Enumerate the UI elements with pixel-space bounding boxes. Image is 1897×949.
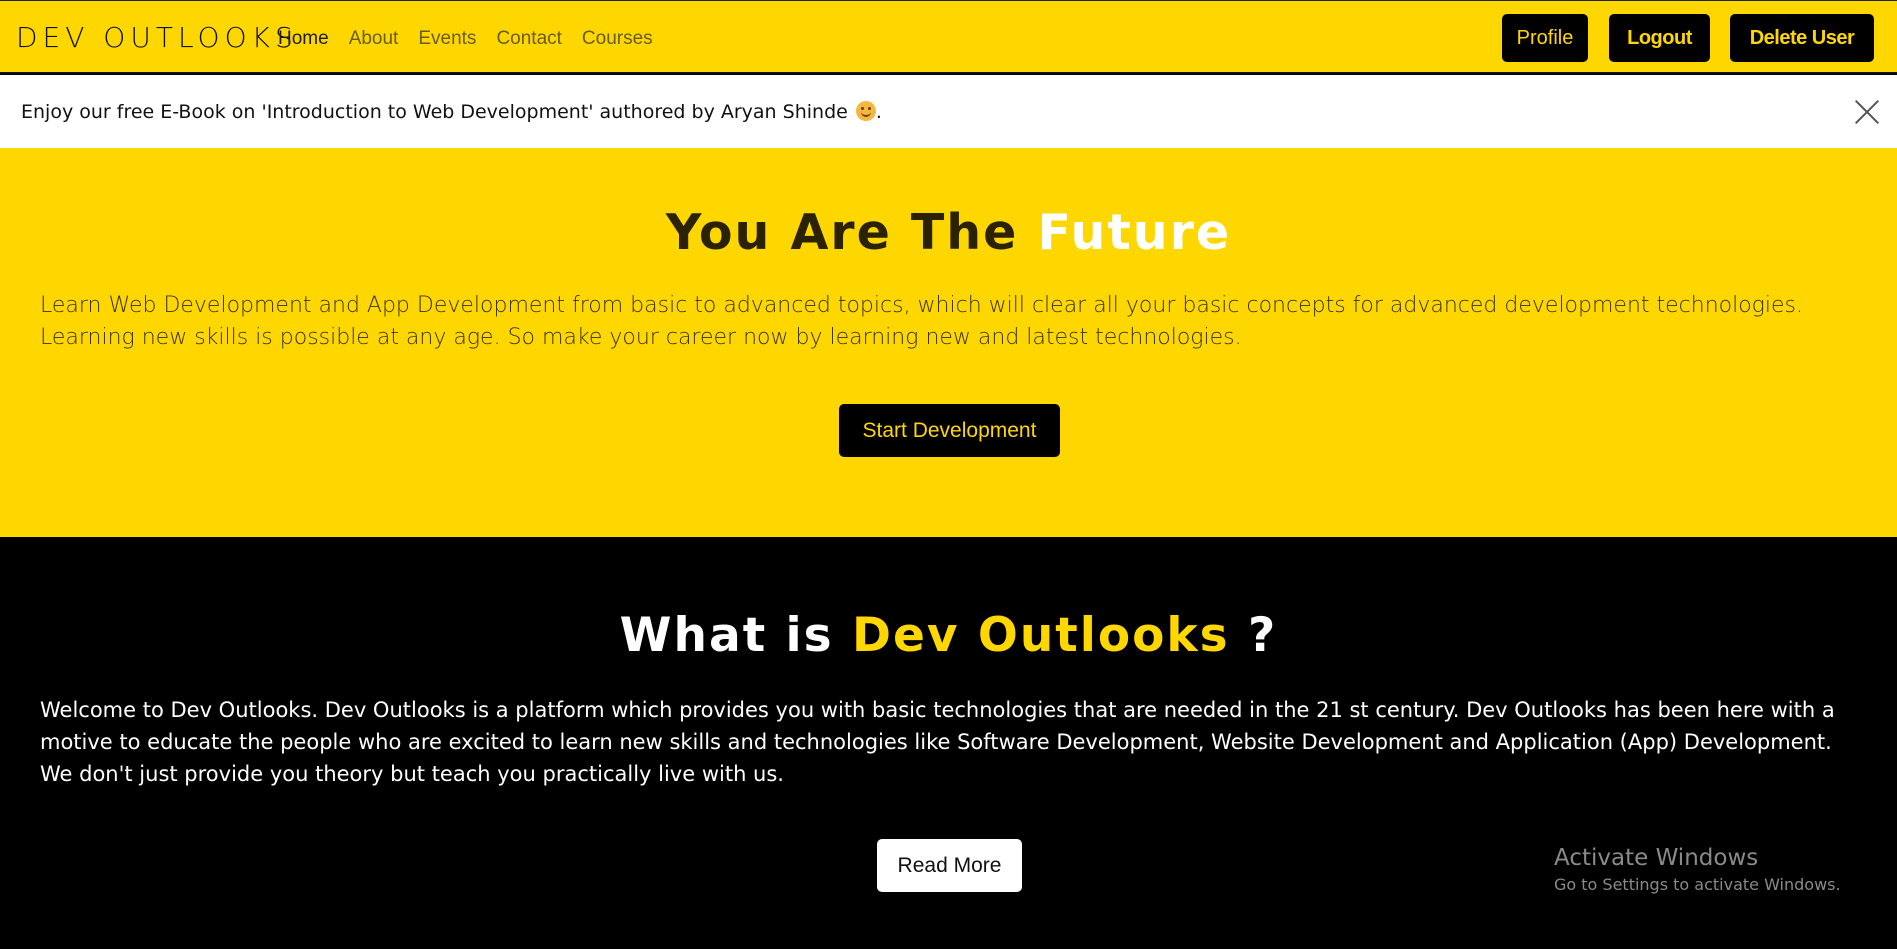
ebook-alert: Enjoy our free E-Book on 'Introduction t… — [0, 75, 1897, 148]
hero-title-prefix: You Are The — [665, 204, 1038, 261]
about-title-suffix: ? — [1229, 608, 1278, 663]
alert-suffix: . — [875, 101, 882, 123]
activate-windows-watermark: Activate Windows Go to Settings to activ… — [1554, 843, 1841, 897]
read-more-button[interactable]: Read More — [877, 839, 1022, 892]
nav-link-about[interactable]: About — [349, 25, 399, 53]
hero-title: You Are The Future — [0, 203, 1897, 263]
about-title-highlight: Dev Outlooks — [851, 608, 1230, 663]
alert-message: Enjoy our free E-Book on 'Introduction t… — [21, 99, 882, 125]
nav-link-contact[interactable]: Contact — [496, 25, 561, 53]
profile-button[interactable]: Profile — [1502, 14, 1588, 62]
logout-button[interactable]: Logout — [1609, 14, 1710, 62]
nav-links: Home About Events Contact Courses — [278, 25, 653, 53]
nav-link-home[interactable]: Home — [278, 25, 329, 53]
brand-logo[interactable]: DEV OUTLOOKS — [16, 23, 293, 53]
navbar: DEV OUTLOOKS Home About Events Contact C… — [0, 0, 1897, 74]
watermark-title: Activate Windows — [1554, 845, 1759, 871]
alert-text: Enjoy our free E-Book on 'Introduction t… — [21, 101, 848, 123]
nav-link-courses[interactable]: Courses — [582, 25, 653, 53]
about-paragraph: Welcome to Dev Outlooks. Dev Outlooks is… — [40, 698, 1835, 786]
close-icon[interactable] — [1854, 99, 1880, 125]
start-development-button[interactable]: Start Development — [839, 404, 1060, 457]
hero-section: You Are The Future Learn Web Development… — [0, 148, 1897, 537]
delete-user-button[interactable]: Delete User — [1730, 14, 1874, 62]
about-title: What is Dev Outlooks ? — [0, 607, 1897, 665]
hero-title-highlight: Future — [1037, 204, 1232, 261]
smiling-face-icon — [855, 101, 876, 121]
about-title-prefix: What is — [619, 608, 852, 663]
hero-paragraph: Learn Web Development and App Developmen… — [40, 293, 1803, 350]
nav-link-events[interactable]: Events — [418, 25, 476, 53]
watermark-subtitle: Go to Settings to activate Windows. — [1554, 875, 1841, 894]
